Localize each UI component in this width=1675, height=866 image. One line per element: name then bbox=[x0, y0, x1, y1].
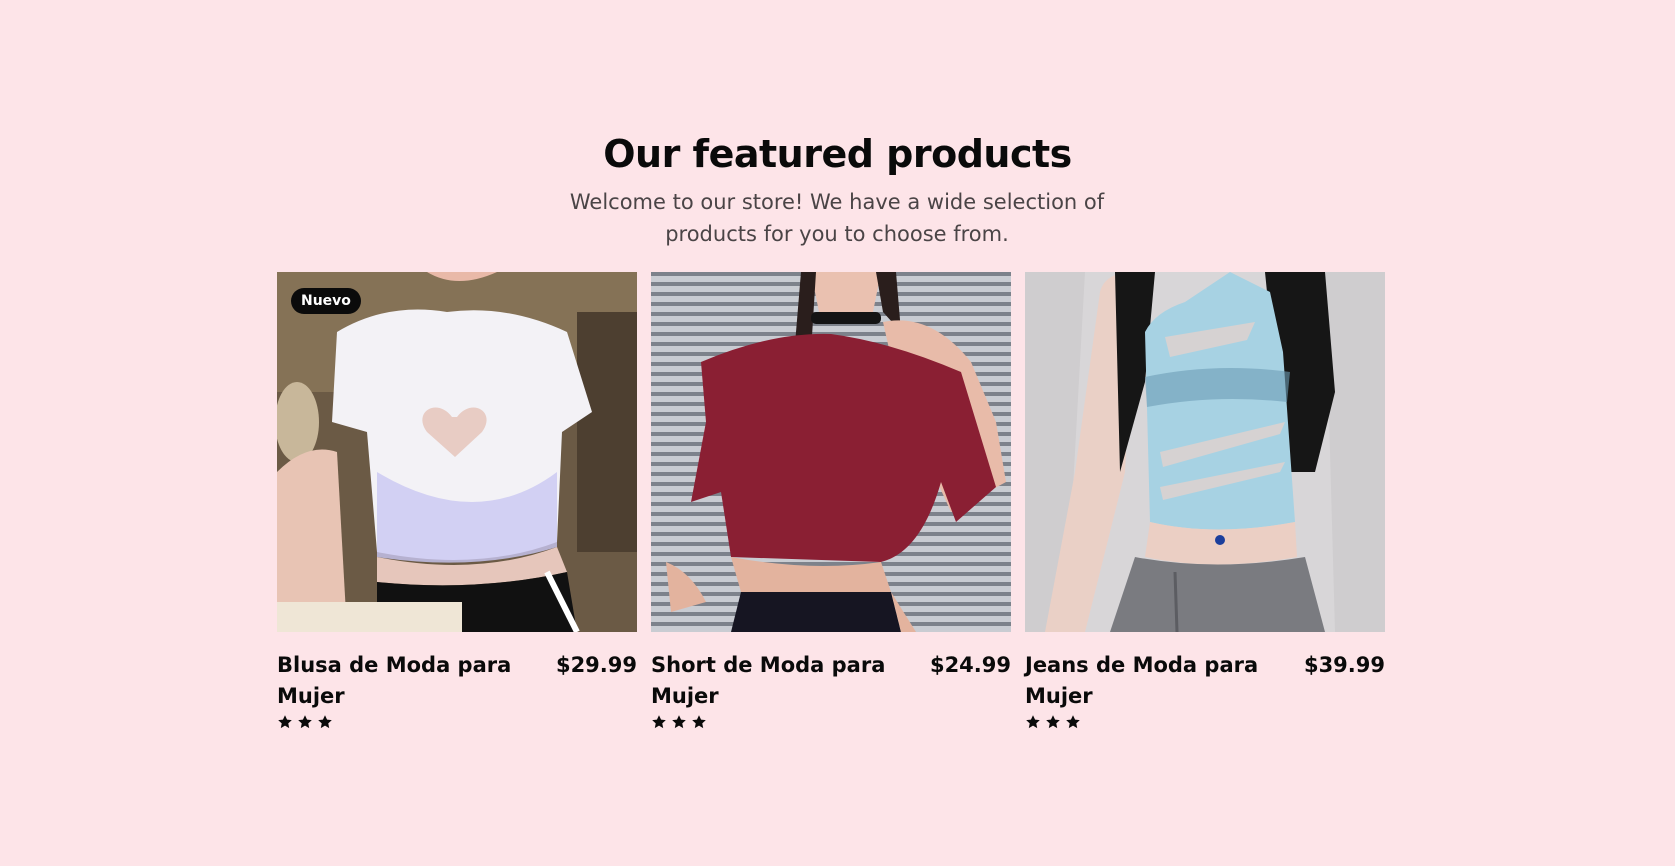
product-title[interactable]: Jeans de Moda para Mujer bbox=[1025, 650, 1285, 712]
product-image[interactable] bbox=[651, 272, 1011, 632]
star-icon bbox=[652, 715, 666, 729]
new-badge: Nuevo bbox=[291, 288, 361, 314]
section-title: Our featured products bbox=[603, 132, 1072, 176]
star-icon bbox=[1066, 715, 1080, 729]
product-meta: Blusa de Moda para Mujer $29.99 bbox=[277, 650, 637, 712]
product-title[interactable]: Short de Moda para Mujer bbox=[651, 650, 911, 712]
product-photo-blue-top bbox=[1025, 272, 1385, 632]
star-icon bbox=[318, 715, 332, 729]
product-meta: Jeans de Moda para Mujer $39.99 bbox=[1025, 650, 1385, 712]
product-price: $39.99 bbox=[1303, 653, 1385, 677]
product-card[interactable]: Short de Moda para Mujer $24.99 bbox=[651, 272, 1011, 730]
star-icon bbox=[692, 715, 706, 729]
product-meta: Short de Moda para Mujer $24.99 bbox=[651, 650, 1011, 712]
product-grid: Nuevo Blusa de Moda para Mujer $29.99 Sh… bbox=[277, 272, 1385, 730]
rating-stars bbox=[277, 714, 637, 730]
star-icon bbox=[1046, 715, 1060, 729]
product-card[interactable]: Jeans de Moda para Mujer $39.99 bbox=[1025, 272, 1385, 730]
star-icon bbox=[672, 715, 686, 729]
star-icon bbox=[278, 715, 292, 729]
product-image[interactable]: Nuevo bbox=[277, 272, 637, 632]
product-photo-burgundy-top bbox=[651, 272, 1011, 632]
product-price: $29.99 bbox=[555, 653, 637, 677]
product-photo-white-top bbox=[277, 272, 637, 632]
star-icon bbox=[298, 715, 312, 729]
rating-stars bbox=[1025, 714, 1385, 730]
product-price: $24.99 bbox=[929, 653, 1011, 677]
product-title[interactable]: Blusa de Moda para Mujer bbox=[277, 650, 537, 712]
section-subtitle: Welcome to our store! We have a wide sel… bbox=[569, 190, 1105, 246]
rating-stars bbox=[651, 714, 1011, 730]
product-card[interactable]: Nuevo Blusa de Moda para Mujer $29.99 bbox=[277, 272, 637, 730]
product-image[interactable] bbox=[1025, 272, 1385, 632]
star-icon bbox=[1026, 715, 1040, 729]
featured-products-section: Our featured products Welcome to our sto… bbox=[0, 0, 1675, 866]
